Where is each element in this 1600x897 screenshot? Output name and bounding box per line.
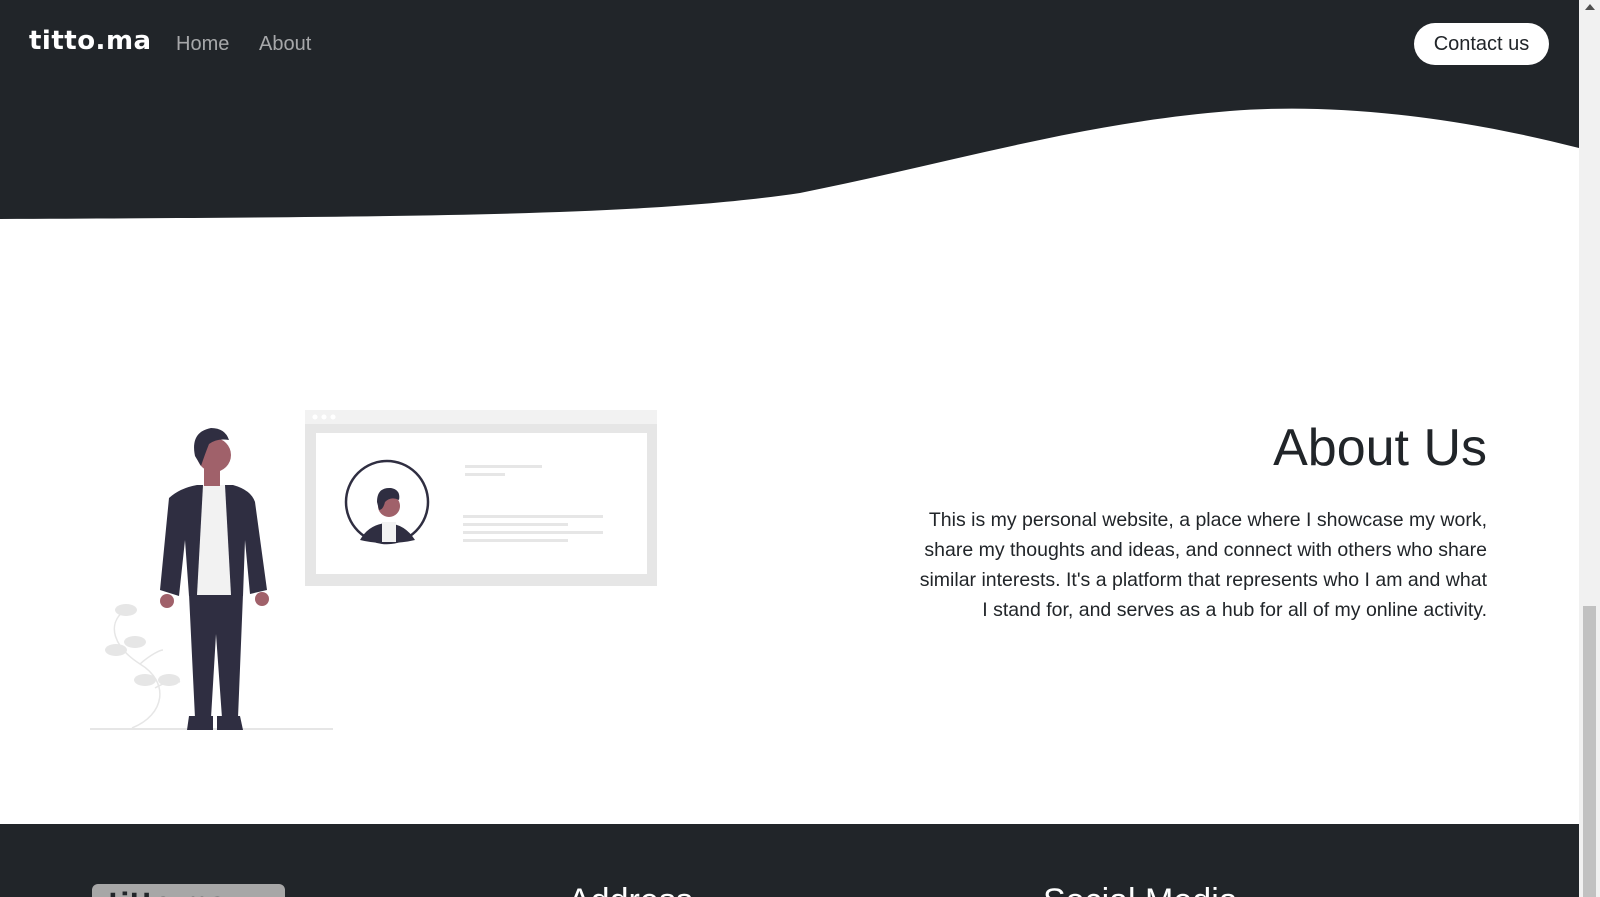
footer-logo-text: titto.ma bbox=[108, 888, 227, 897]
navbar: titto.ma Home About Contact us bbox=[0, 0, 1579, 89]
about-description: This is my personal website, a place whe… bbox=[919, 509, 1487, 621]
footer-heading-address: Address bbox=[568, 882, 693, 897]
person-graphic bbox=[160, 428, 269, 730]
about-illustration bbox=[90, 410, 657, 730]
page: titto.ma Home About Contact us About Us … bbox=[0, 0, 1579, 897]
vertical-scrollbar[interactable] bbox=[1579, 0, 1600, 897]
hero-wave bbox=[0, 85, 1579, 219]
about-title: About Us bbox=[1273, 419, 1487, 477]
footer-heading-social-media: Social Media bbox=[1043, 882, 1238, 897]
brand-logo[interactable]: titto.ma bbox=[29, 26, 152, 56]
footer: titto.ma Address Social Media bbox=[0, 824, 1579, 897]
scrollbar-thumb[interactable] bbox=[1583, 606, 1596, 897]
scroll-up-arrow-icon[interactable] bbox=[1585, 4, 1595, 10]
plant-graphic bbox=[113, 609, 181, 729]
contact-button[interactable]: Contact us bbox=[1414, 23, 1549, 65]
footer-logo[interactable]: titto.ma bbox=[92, 884, 285, 897]
browser-window-graphic bbox=[305, 410, 657, 586]
nav-link-about[interactable]: About bbox=[259, 33, 311, 56]
nav-link-home[interactable]: Home bbox=[176, 33, 229, 56]
